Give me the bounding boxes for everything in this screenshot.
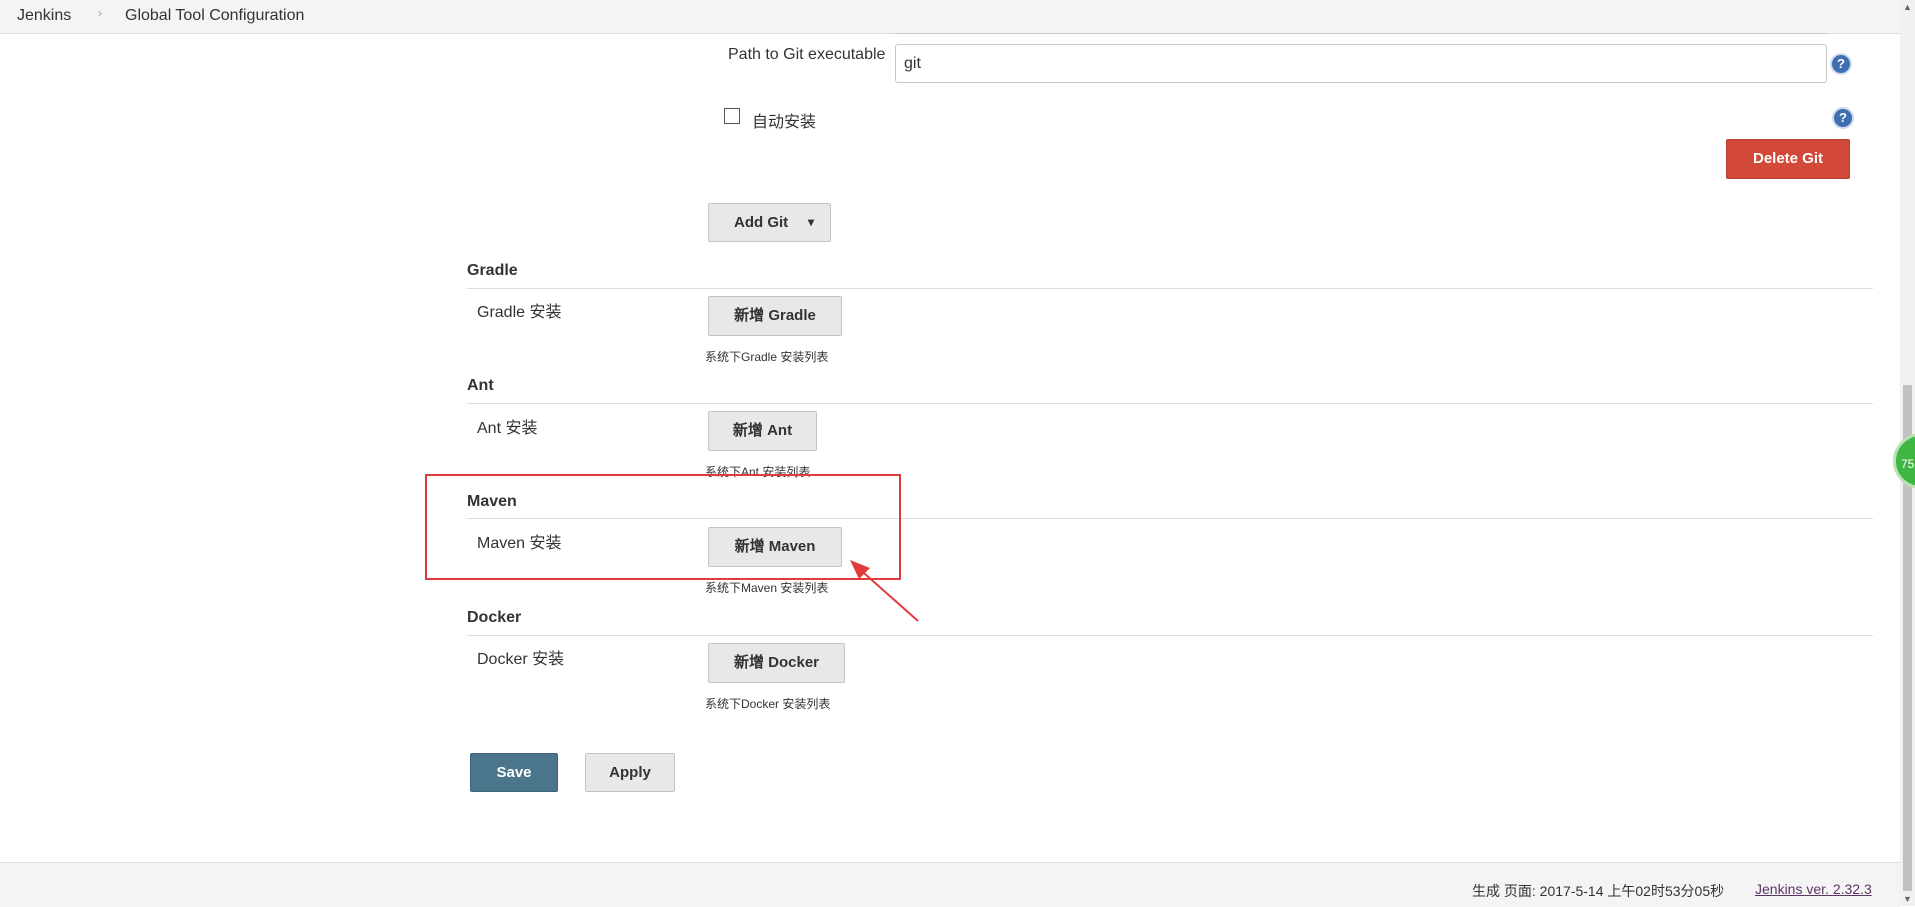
section-divider xyxy=(467,288,1873,289)
jenkins-version-link[interactable]: Jenkins ver. 2.32.3 xyxy=(1755,881,1872,897)
breadcrumb-jenkins[interactable]: Jenkins xyxy=(17,7,71,25)
save-button[interactable]: Save xyxy=(470,753,558,792)
help-icon[interactable]: ? xyxy=(1830,53,1852,75)
gradle-install-label: Gradle 安装 xyxy=(477,304,562,321)
git-path-label: Path to Git executable xyxy=(728,46,886,63)
breadcrumb-global-tool-configuration[interactable]: Global Tool Configuration xyxy=(125,7,304,25)
section-divider xyxy=(467,403,1873,404)
gradle-description: 系统下Gradle 安装列表 xyxy=(705,350,829,364)
auto-install-checkbox[interactable] xyxy=(724,108,740,124)
scroll-down-arrow-icon[interactable]: ▼ xyxy=(1903,894,1912,904)
docker-install-label: Docker 安装 xyxy=(477,651,565,668)
page-footer: 生成 页面: 2017-5-14 上午02时53分05秒 Jenkins ver… xyxy=(0,862,1900,907)
chevron-down-icon: ▾ xyxy=(808,215,815,229)
git-path-input[interactable]: git xyxy=(895,44,1827,83)
section-title-gradle: Gradle xyxy=(467,262,518,279)
add-git-label: Add Git xyxy=(734,214,789,231)
delete-git-button[interactable]: Delete Git xyxy=(1726,139,1850,179)
section-title-docker: Docker xyxy=(467,609,522,626)
add-git-button[interactable]: Add Git ▾ xyxy=(708,203,831,242)
scroll-up-arrow-icon[interactable]: ▲ xyxy=(1903,2,1912,12)
breadcrumb: Jenkins › Global Tool Configuration xyxy=(0,0,1900,34)
ant-install-label: Ant 安装 xyxy=(477,420,538,437)
add-gradle-button[interactable]: 新增 Gradle xyxy=(708,296,842,336)
annotation-arrow-icon xyxy=(850,560,919,622)
help-icon[interactable]: ? xyxy=(1832,107,1854,129)
maven-description: 系统下Maven 安装列表 xyxy=(705,581,829,595)
auto-install-label: 自动安装 xyxy=(752,114,817,131)
breadcrumb-separator-icon: › xyxy=(98,6,102,20)
apply-button[interactable]: Apply xyxy=(585,753,675,792)
section-divider xyxy=(467,635,1873,636)
add-docker-button[interactable]: 新增 Docker xyxy=(708,643,845,683)
footer-generated-text: 生成 页面: 2017-5-14 上午02时53分05秒 xyxy=(1472,883,1725,899)
previous-field-edge xyxy=(895,33,1827,34)
annotation-highlight-box xyxy=(425,474,901,580)
add-ant-button[interactable]: 新增 Ant xyxy=(708,411,817,451)
docker-description: 系统下Docker 安装列表 xyxy=(705,697,831,711)
floating-badge[interactable]: 75 xyxy=(1893,433,1915,489)
section-title-ant: Ant xyxy=(467,377,494,394)
